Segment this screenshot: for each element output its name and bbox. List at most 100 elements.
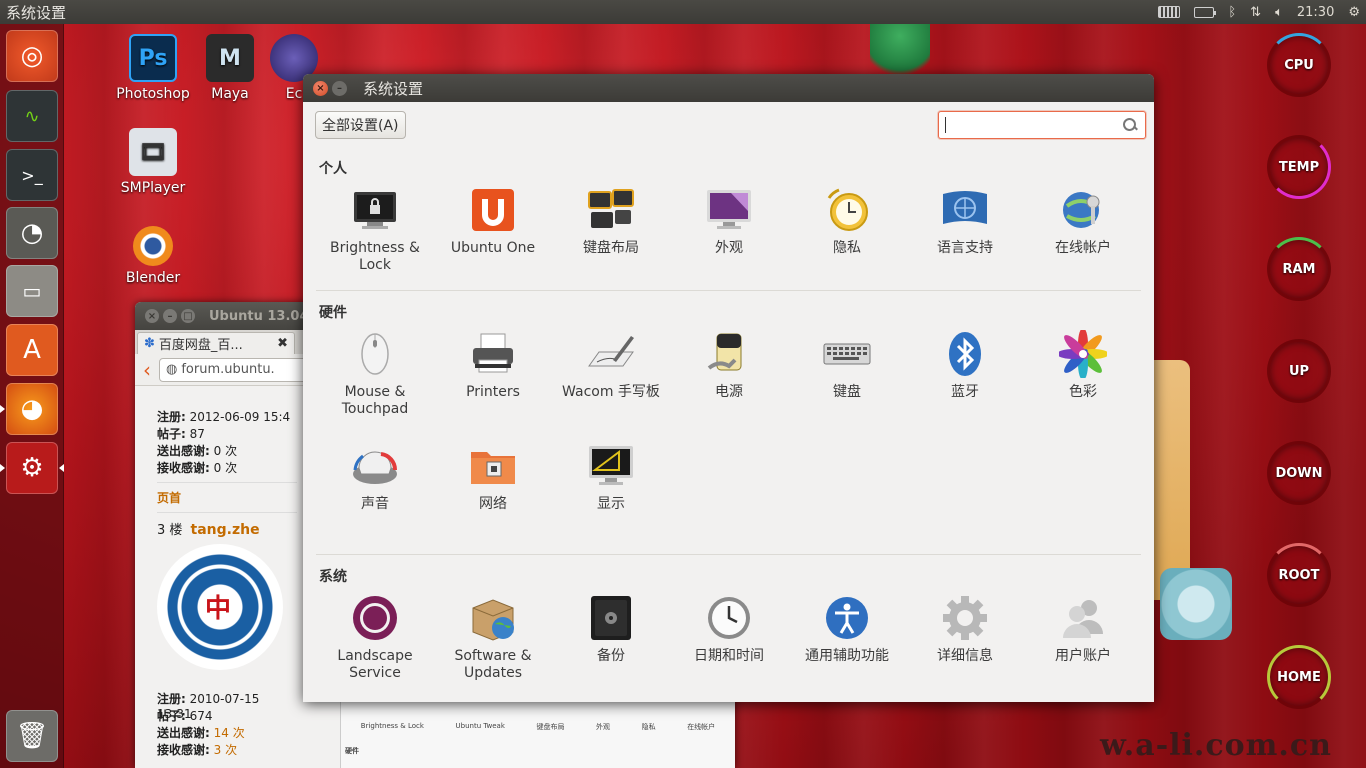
keyboard-indicator-icon[interactable] <box>1158 6 1181 18</box>
settings-item-keyboard[interactable]: 键盘 <box>788 324 906 436</box>
settings-item-display[interactable]: 显示 <box>552 436 670 548</box>
trash-icon[interactable]: 🗑︎ <box>6 710 58 762</box>
settings-item-details[interactable]: 详细信息 <box>906 588 1024 700</box>
thumb-label: Brightness & Lock <box>360 722 424 730</box>
gauge-label: DOWN <box>1275 465 1323 481</box>
desktop-icon-maya[interactable]: M Maya <box>185 34 275 102</box>
item-label: 显示 <box>597 496 625 512</box>
reg-label: 注册: <box>157 692 186 706</box>
maya-icon: M <box>206 34 254 82</box>
settings-item-online-accounts[interactable]: 在线帐户 <box>1024 180 1142 292</box>
files-icon[interactable]: ▭ <box>6 265 58 317</box>
thumb-label: 键盘布局 <box>536 723 565 731</box>
item-label: Mouse & Touchpad <box>341 384 409 417</box>
display-icon <box>587 442 635 490</box>
item-label: 外观 <box>715 240 743 256</box>
back-arrow-icon[interactable]: ‹ <box>143 358 151 382</box>
settings-item-color[interactable]: 色彩 <box>1024 324 1142 436</box>
settings-item-landscape[interactable]: Landscape Service <box>316 588 434 700</box>
settings-item-software-updates[interactable]: Software & Updates <box>434 588 552 700</box>
tab-label: 百度网盘_百... <box>158 338 243 353</box>
software-updates-icon <box>469 594 517 642</box>
bluetooth-icon <box>941 330 989 378</box>
gauge-cpu: CPU <box>1267 33 1331 97</box>
settings-item-printers[interactable]: Printers <box>434 324 552 436</box>
settings-item-user-accounts[interactable]: 用户账户 <box>1024 588 1142 700</box>
firefox-icon[interactable]: ◕ <box>6 383 58 435</box>
terminal-icon[interactable]: >_ <box>6 149 58 201</box>
clock[interactable]: 21:30 <box>1297 5 1334 20</box>
top-link[interactable]: 页首 <box>157 489 297 506</box>
gimp-icon[interactable]: ◔ <box>6 207 58 259</box>
settings-item-mouse-touchpad[interactable]: Mouse & Touchpad <box>316 324 434 436</box>
embedded-screenshot: Brightness & Lock Ubuntu Tweak 键盘布局 外观 隐… <box>340 702 735 768</box>
volume-icon[interactable]: 🔈︎ <box>1275 5 1283 20</box>
gauge-temp: TEMP <box>1267 135 1331 199</box>
close-icon[interactable]: × <box>313 80 328 96</box>
thumb-label: Ubuntu Tweak <box>455 722 505 730</box>
settings-item-backup[interactable]: 备份 <box>552 588 670 700</box>
minimize-icon[interactable]: – <box>163 309 177 323</box>
settings-item-brightness-lock[interactable]: Brightness & Lock <box>316 180 434 292</box>
settings-item-language-support[interactable]: 语言支持 <box>906 180 1024 292</box>
sent-value: 14 次 <box>213 726 245 740</box>
gear-icon[interactable]: ⚙ <box>1348 5 1360 20</box>
software-center-icon[interactable]: A <box>6 324 58 376</box>
desktop-icon-blender[interactable]: Blender <box>108 226 198 286</box>
item-label: 蓝牙 <box>951 384 979 400</box>
item-label: 色彩 <box>1069 384 1097 400</box>
recv-value: 0 次 <box>213 461 238 475</box>
url-bar[interactable]: ◍ forum.ubuntu. <box>159 357 309 382</box>
running-indicator <box>0 405 5 413</box>
settings-item-date-time[interactable]: 日期和时间 <box>670 588 788 700</box>
top-panel: 系统设置 ᛒ ⇅ 🔈︎ 21:30 ⚙ <box>0 0 1366 24</box>
battery-icon[interactable] <box>1194 6 1217 18</box>
item-label: 电源 <box>715 384 743 400</box>
bluetooth-icon[interactable]: ᛒ <box>1228 5 1236 20</box>
settings-item-bluetooth[interactable]: 蓝牙 <box>906 324 1024 436</box>
lock-screen-icon <box>351 186 399 234</box>
search-input[interactable] <box>938 111 1146 139</box>
network-icon[interactable]: ⇅ <box>1250 5 1261 20</box>
item-label: Ubuntu One <box>450 240 536 256</box>
browser-tab[interactable]: ✽ 百度网盘_百... ✖ <box>137 332 295 354</box>
minimize-icon[interactable]: – <box>332 80 347 96</box>
item-label: 隐私 <box>833 240 861 256</box>
thumb-label: 在线帐户 <box>687 723 716 731</box>
settings-item-network[interactable]: 网络 <box>434 436 552 548</box>
item-label: Printers <box>466 384 520 400</box>
appearance-icon <box>705 186 753 234</box>
settings-item-privacy[interactable]: 隐私 <box>788 180 906 292</box>
close-icon[interactable]: × <box>145 309 159 323</box>
gauge-label: ROOT <box>1278 567 1320 583</box>
baidu-icon: ✽ <box>144 336 155 351</box>
settings-item-sound[interactable]: 声音 <box>316 436 434 548</box>
system-settings-icon[interactable]: ⚙ <box>6 442 58 494</box>
avatar: 中 <box>157 544 283 670</box>
launcher: ◎ ∿ >_ ◔ ▭ A ◕ ⚙ 🗑︎ <box>0 24 64 768</box>
gauge-label: RAM <box>1282 261 1316 277</box>
item-label: Brightness & Lock <box>330 240 420 273</box>
settings-item-appearance[interactable]: 外观 <box>670 180 788 292</box>
desktop-icon-label: Maya <box>211 86 249 102</box>
settings-item-accessibility[interactable]: 通用辅助功能 <box>788 588 906 700</box>
watermark-text: w.a-li.com.cn <box>1100 728 1332 763</box>
system-monitor-icon[interactable]: ∿ <box>6 90 58 142</box>
item-label: 用户账户 <box>1055 648 1111 664</box>
landscape-icon <box>351 594 399 642</box>
wallpaper-phone <box>1160 568 1232 640</box>
tab-close-icon[interactable]: ✖ <box>277 336 288 351</box>
settings-item-ubuntu-one[interactable]: Ubuntu One <box>434 180 552 292</box>
item-label: 键盘布局 <box>583 240 639 256</box>
wacom-tablet-icon <box>587 330 635 378</box>
settings-item-power[interactable]: 电源 <box>670 324 788 436</box>
power-icon <box>705 330 753 378</box>
settings-item-wacom-tablet[interactable]: Wacom 手写板 <box>552 324 670 436</box>
desktop-icon-smplayer[interactable]: 🎞︎ SMPlayer <box>108 128 198 196</box>
maximize-icon[interactable]: □ <box>181 309 195 323</box>
item-label: 备份 <box>597 648 625 664</box>
username-link[interactable]: tang.zhe <box>191 522 260 538</box>
all-settings-button[interactable]: 全部设置(A) <box>315 111 406 139</box>
dash-home-icon[interactable]: ◎ <box>6 30 58 82</box>
settings-item-keyboard-layout[interactable]: 键盘布局 <box>552 180 670 292</box>
